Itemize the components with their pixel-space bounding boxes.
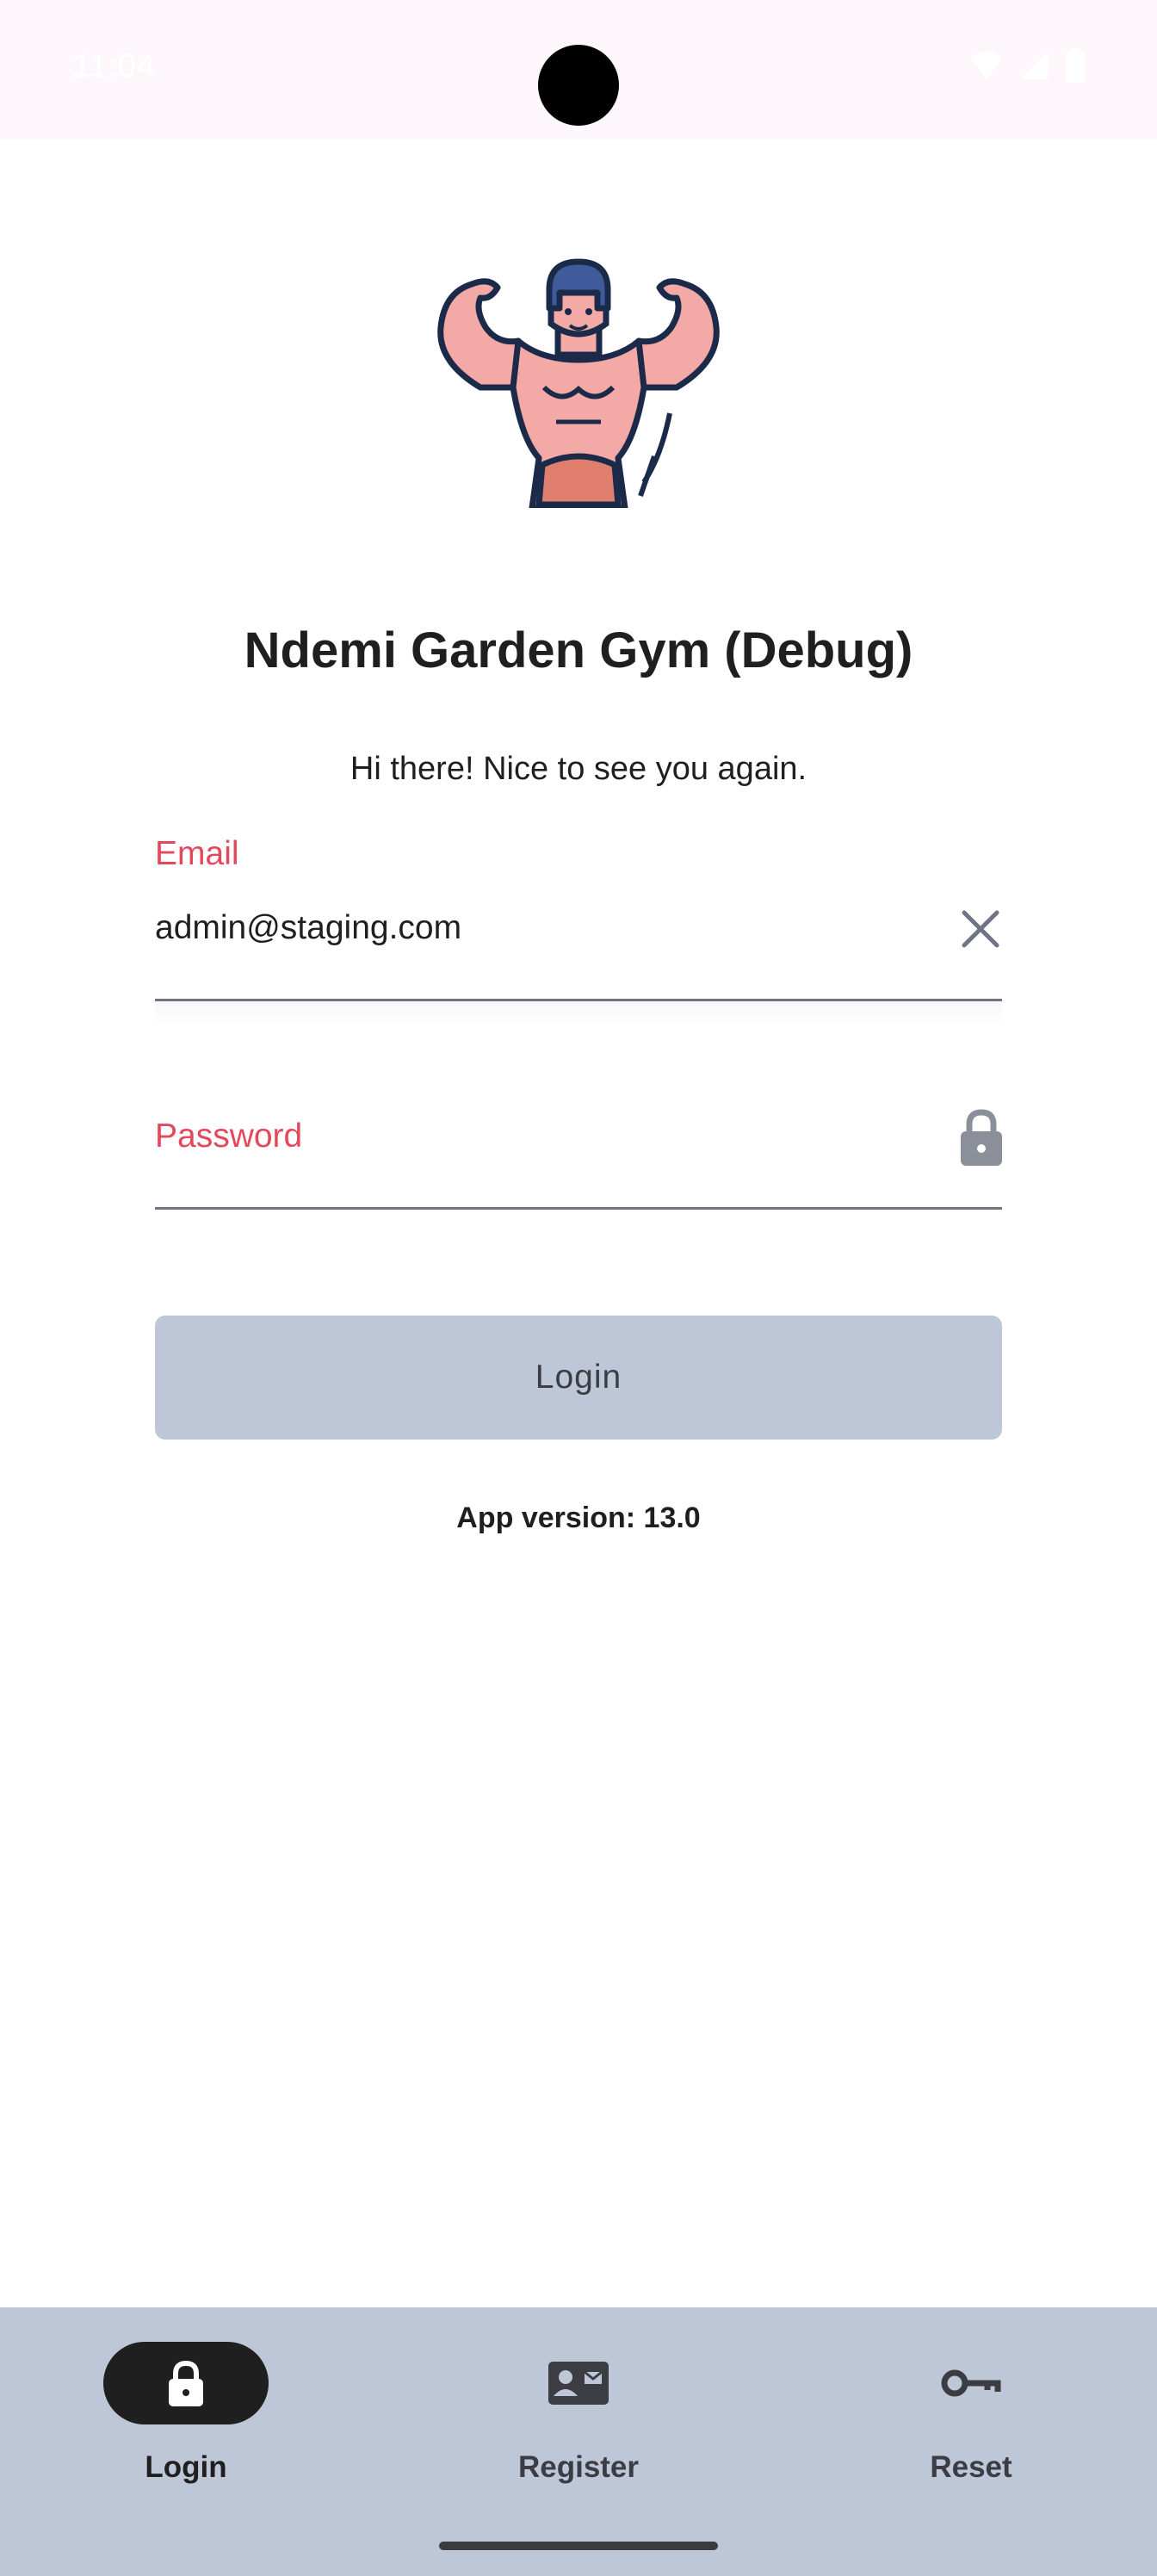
- active-indicator: [103, 2342, 269, 2424]
- nav-label-login: Login: [145, 2450, 227, 2484]
- home-indicator[interactable]: [439, 2542, 718, 2550]
- email-label: Email: [155, 835, 239, 872]
- nav-item-reset[interactable]: Reset: [842, 2342, 1100, 2497]
- status-time: 11:04: [72, 48, 157, 84]
- close-icon: [962, 910, 999, 948]
- key-icon: [941, 2369, 1001, 2397]
- password-field[interactable]: [155, 1111, 930, 1162]
- signal-icon: [1021, 52, 1049, 79]
- bottom-navigation: Login Register Reset: [0, 2307, 1157, 2576]
- lock-icon: [169, 2360, 203, 2406]
- status-icons: [969, 48, 1085, 83]
- contact-card-icon: [548, 2362, 609, 2405]
- lock-icon[interactable]: [956, 1105, 1007, 1167]
- nav-label-register: Register: [517, 2450, 640, 2484]
- nav-icon-container: [888, 2342, 1054, 2424]
- battery-icon: [1066, 48, 1085, 83]
- camera-cutout: [538, 45, 619, 126]
- nav-label-reset: Reset: [930, 2450, 1012, 2484]
- login-button[interactable]: Login: [155, 1316, 1002, 1440]
- greeting-text: Hi there! Nice to see you again.: [350, 751, 807, 787]
- clear-email-button[interactable]: [955, 903, 1006, 955]
- status-bar: 11:04: [0, 0, 1157, 139]
- password-underline: [155, 1207, 1002, 1210]
- nav-item-login[interactable]: Login: [57, 2342, 315, 2497]
- wifi-icon: [971, 52, 1002, 79]
- app-version: App version: 13.0: [456, 1502, 701, 1534]
- app-title: Ndemi Garden Gym (Debug): [244, 622, 913, 678]
- email-field-shadow: [155, 1001, 1002, 1027]
- nav-icon-container: [496, 2342, 661, 2424]
- nav-item-register[interactable]: Register: [449, 2342, 708, 2497]
- email-field[interactable]: [155, 904, 930, 952]
- bodybuilder-logo: [437, 258, 720, 508]
